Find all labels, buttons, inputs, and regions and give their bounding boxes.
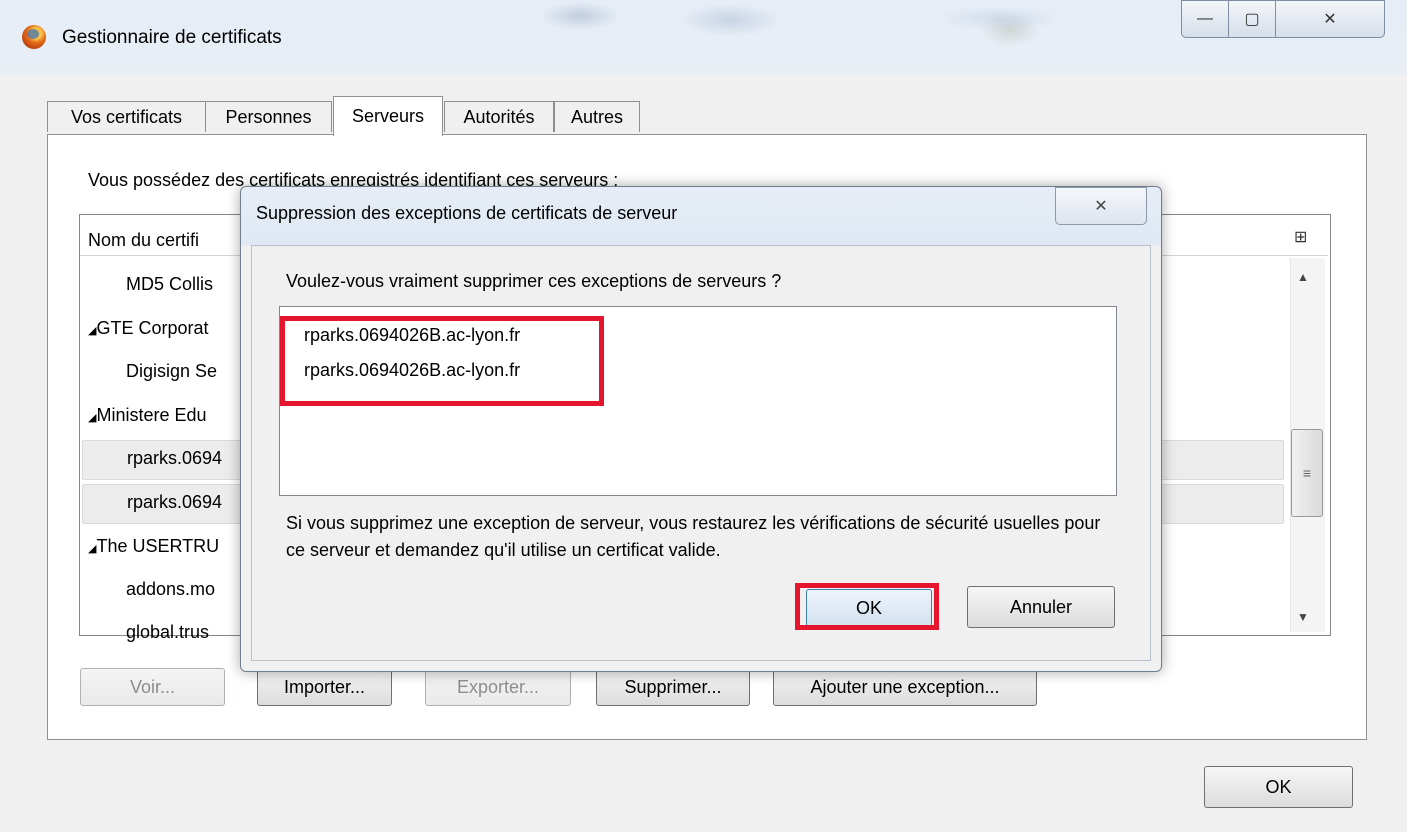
tree-row-label: The USERTRU	[96, 536, 220, 556]
dialog-question: Voulez-vous vraiment supprimer ces excep…	[286, 271, 782, 291]
minimize-button[interactable]: —	[1181, 0, 1229, 38]
tab-servers[interactable]: Serveurs	[333, 96, 443, 136]
red-highlight-box	[280, 316, 604, 406]
window-ok-button[interactable]: OK	[1204, 766, 1353, 808]
aero-glass-background	[140, 0, 1290, 66]
tree-row[interactable]: ◢The USERTRU	[88, 536, 219, 557]
minimize-icon: —	[1197, 10, 1213, 27]
tree-row-label: MD5 Collis	[126, 274, 214, 294]
tree-row[interactable]: global.trus	[126, 622, 209, 643]
dialog-title: Suppression des exceptions de certificat…	[256, 203, 678, 223]
tree-row[interactable]: ◢Ministere Edu	[88, 405, 207, 426]
add-exception-button[interactable]: Ajouter une exception...	[773, 668, 1037, 706]
import-button[interactable]: Importer...	[257, 668, 392, 706]
delete-button[interactable]: Supprimer...	[596, 668, 750, 706]
maximize-button[interactable]: ▢	[1228, 0, 1276, 38]
close-icon: ✕	[1323, 11, 1337, 28]
maximize-icon: ▢	[1244, 11, 1260, 28]
tab-authorities[interactable]: Autorités	[444, 101, 554, 132]
tree-row-label: rparks.0694	[127, 448, 223, 468]
close-icon: ✕	[1094, 198, 1108, 215]
column-picker-icon[interactable]: ⊞	[1294, 227, 1307, 247]
tree-row[interactable]: ◢GTE Corporat	[88, 318, 209, 339]
tree-row-label: rparks.0694	[127, 492, 223, 512]
red-highlight-box	[795, 583, 939, 630]
tree-row-label: addons.mo	[126, 579, 216, 599]
tree-row-label: GTE Corporat	[96, 318, 209, 338]
tree-row-label: Ministere Edu	[96, 405, 207, 425]
tree-row-label: Digisign Se	[126, 361, 218, 381]
firefox-icon	[22, 25, 46, 49]
dialog-info-text: Si vous supprimez une exception de serve…	[286, 513, 1101, 560]
column-header-cert-name[interactable]: Nom du certifi	[88, 230, 199, 251]
scroll-down-icon[interactable]: ▼	[1297, 610, 1309, 624]
tab-people[interactable]: Personnes	[205, 101, 332, 132]
scroll-up-icon[interactable]: ▲	[1297, 270, 1309, 284]
tab-your-certificates[interactable]: Vos certificats	[47, 101, 206, 132]
tab-others[interactable]: Autres	[554, 101, 640, 132]
close-window-button[interactable]: ✕	[1275, 0, 1385, 38]
window-title: Gestionnaire de certificats	[62, 27, 282, 48]
tree-row[interactable]: MD5 Collis	[126, 274, 213, 295]
export-button[interactable]: Exporter...	[425, 668, 571, 706]
tree-row[interactable]: addons.mo	[126, 579, 215, 600]
tree-row-label: global.trus	[126, 622, 210, 642]
scroll-thumb[interactable]: ≡	[1291, 429, 1323, 517]
dialog-cancel-button[interactable]: Annuler	[967, 586, 1115, 628]
view-button[interactable]: Voir...	[80, 668, 225, 706]
dialog-close-button[interactable]: ✕	[1055, 187, 1147, 225]
tree-row[interactable]: Digisign Se	[126, 361, 217, 382]
